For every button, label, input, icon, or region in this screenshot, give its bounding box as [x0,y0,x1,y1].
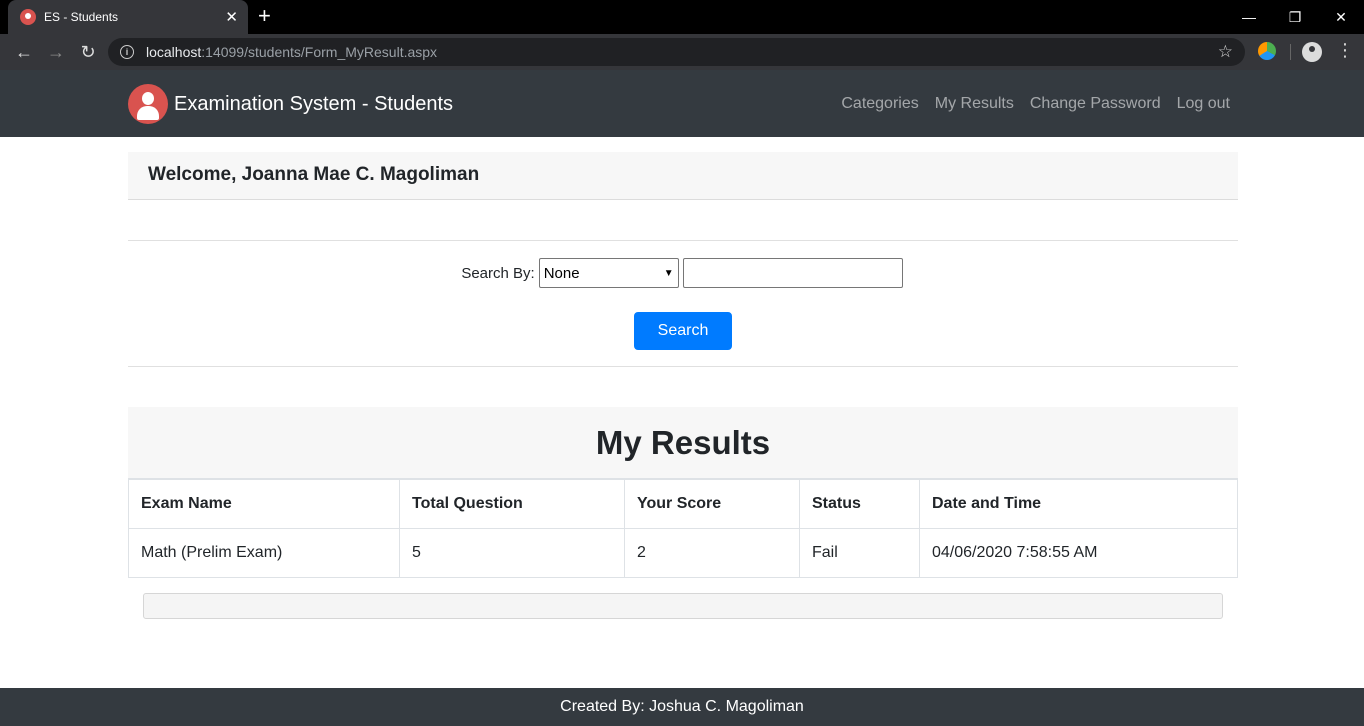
column-header: Total Question [399,478,625,529]
results-table: Exam Name Total Question Your Score Stat… [128,478,1238,578]
nav-link-categories[interactable]: Categories [841,95,918,113]
browser-tabbar: ES - Students ✕ + — ❐ ✕ [0,0,1364,34]
address-bar: ← → ↻ i localhost:14099/students/Form_My… [0,34,1364,70]
search-input[interactable] [682,258,903,288]
url-field[interactable]: i localhost:14099/students/Form_MyResult… [108,38,1245,66]
bookmark-star-icon[interactable]: ☆ [1218,42,1233,62]
chevron-down-icon: ▼ [663,267,674,279]
cell-total-question: 5 [399,527,625,578]
student-avatar-icon [128,84,168,124]
page-footer: Created By: Joshua C. Magoliman [0,688,1364,726]
table-row: Math (Prelim Exam) 5 2 Fail 04/06/2020 7… [128,527,1238,578]
nav-link-log-out[interactable]: Log out [1177,95,1230,113]
divider [128,366,1238,367]
back-icon[interactable]: ← [8,36,40,68]
column-header: Exam Name [128,478,400,529]
search-row: Search By: None ▼ [0,258,1364,288]
nav-link-change-password[interactable]: Change Password [1030,95,1161,113]
cell-date-time: 04/06/2020 7:58:55 AM [919,527,1238,578]
nav-links: Categories My Results Change Password Lo… [841,95,1230,113]
search-by-label: Search By: [461,264,535,282]
browser-tab[interactable]: ES - Students ✕ [8,0,248,34]
url-text: localhost:14099/students/Form_MyResult.a… [146,44,438,60]
extension-icon[interactable] [1258,42,1276,60]
profile-icon[interactable] [1302,42,1322,62]
new-tab-icon[interactable]: + [258,5,271,27]
column-header: Status [799,478,920,529]
pager-bar [143,593,1223,619]
close-window-icon[interactable]: ✕ [1318,0,1364,34]
close-tab-icon[interactable]: ✕ [225,10,238,25]
column-header: Date and Time [919,478,1238,529]
reload-icon[interactable]: ↻ [72,36,104,68]
welcome-header: Welcome, Joanna Mae C. Magoliman [128,152,1238,200]
search-button[interactable]: Search [634,312,732,350]
results-title: My Results [128,407,1238,478]
cell-exam-name: Math (Prelim Exam) [128,527,400,578]
divider [128,240,1238,241]
site-navbar: Examination System - Students Categories… [0,70,1364,137]
restore-icon[interactable]: ❐ [1272,0,1318,34]
forward-icon[interactable]: → [40,36,72,68]
search-by-select[interactable]: None ▼ [538,258,679,288]
info-icon[interactable]: i [120,45,134,59]
toolbar-divider [1290,44,1291,60]
table-header-row: Exam Name Total Question Your Score Stat… [128,478,1238,529]
menu-kebab-icon[interactable]: ⋮ [1336,40,1354,61]
brand[interactable]: Examination System - Students [128,84,453,124]
tab-title: ES - Students [44,10,119,24]
column-header: Your Score [624,478,800,529]
cell-your-score: 2 [624,527,800,578]
nav-link-my-results[interactable]: My Results [935,95,1014,113]
cell-status: Fail [799,527,920,578]
favicon-icon [20,9,36,25]
brand-title: Examination System - Students [174,92,454,115]
minimize-icon[interactable]: — [1226,0,1272,34]
window-controls: — ❐ ✕ [1226,0,1364,34]
